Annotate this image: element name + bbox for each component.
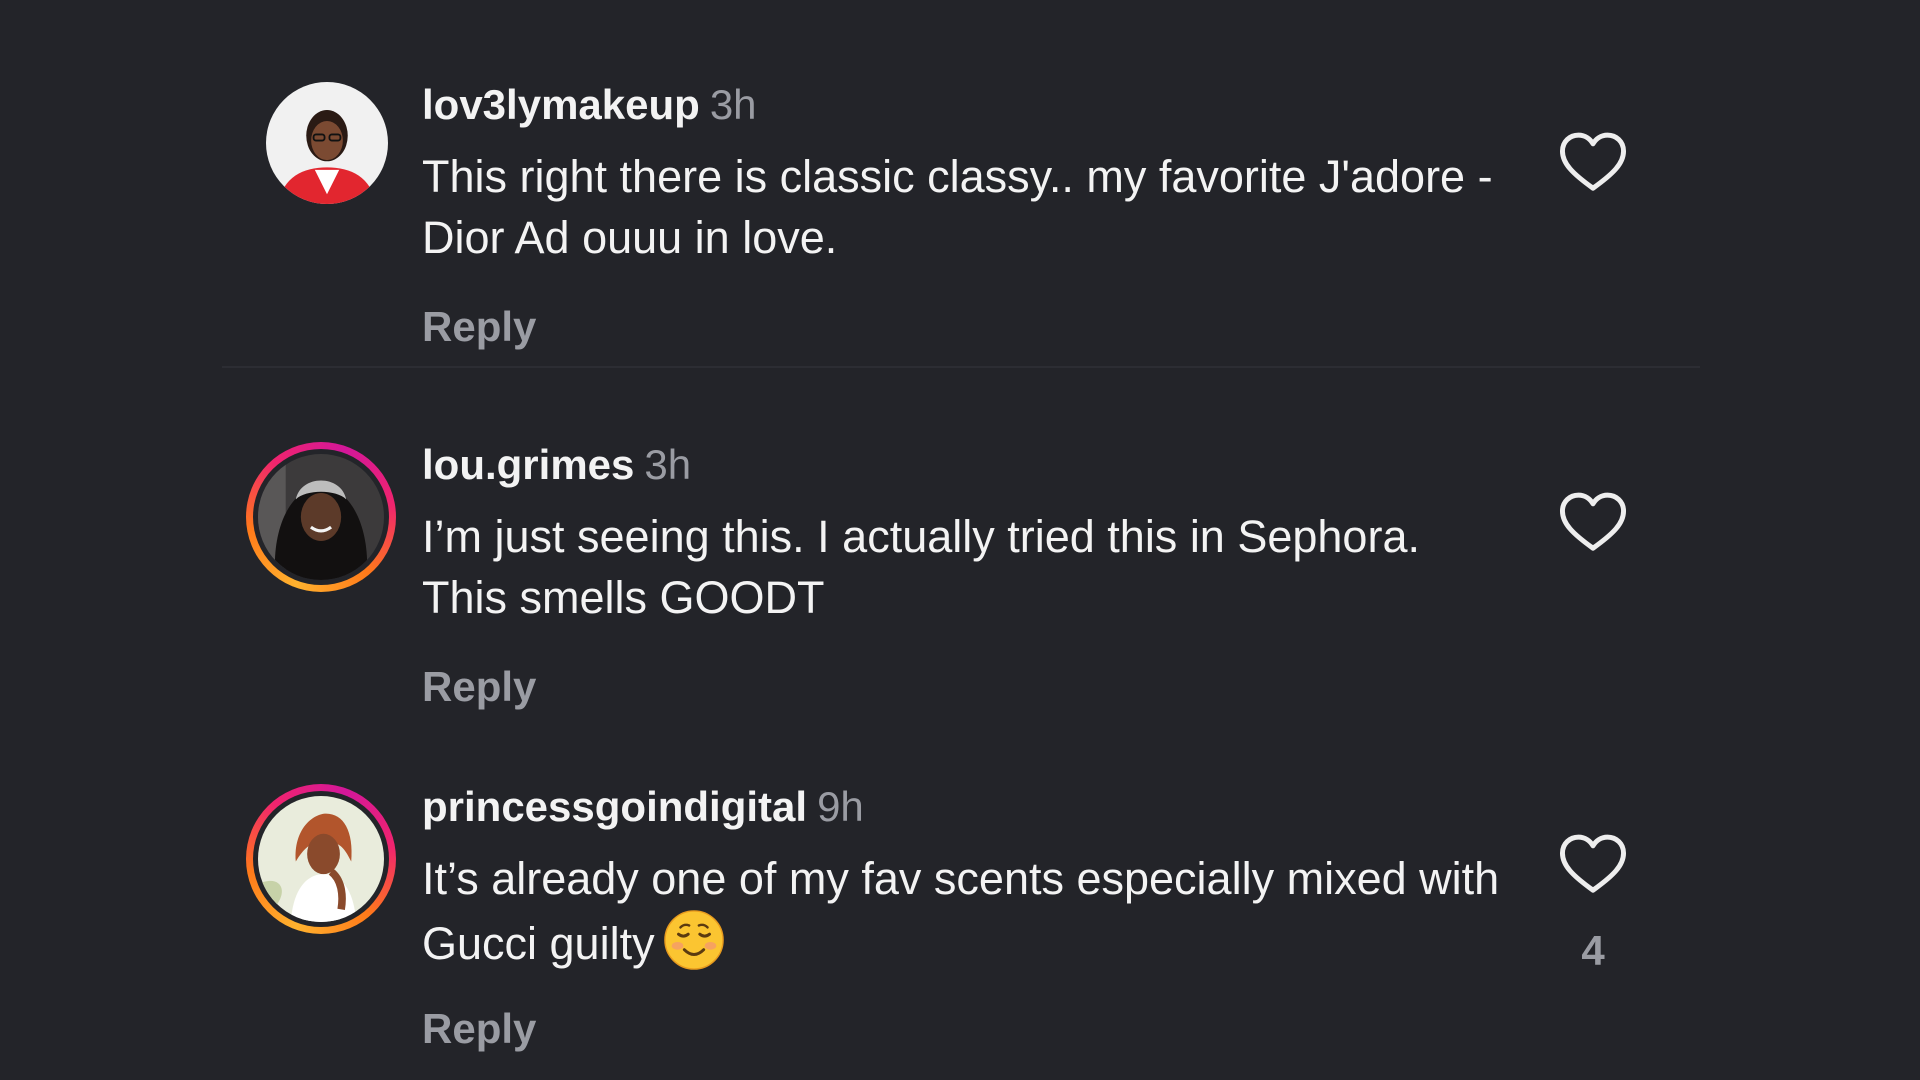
timestamp: 9h [817,783,864,830]
reply-button[interactable]: Reply [422,662,536,712]
comment-header: lov3lymakeup 3h [422,80,757,130]
avatar-container[interactable] [246,442,396,592]
comment-header: princessgoindigital 9h [422,782,864,832]
heart-outline-icon [1559,492,1627,551]
comment-text: This right there is classic classy.. my … [422,151,1493,263]
avatar-container[interactable] [266,82,388,204]
reply-button[interactable]: Reply [422,1004,536,1054]
avatar-container[interactable] [246,784,396,934]
avatar-image [258,796,384,922]
divider [222,366,1700,368]
comment-header: lou.grimes 3h [422,440,691,490]
username[interactable]: lov3lymakeup [422,81,700,128]
timestamp: 3h [709,81,757,128]
avatar[interactable] [266,82,388,204]
comment-text: I’m just seeing this. I actually tried t… [422,511,1420,623]
username[interactable]: princessgoindigital [422,783,807,830]
heart-outline-icon [1559,132,1627,191]
avatar-image [266,82,388,204]
username[interactable]: lou.grimes [422,441,634,488]
comment-text-body: It’s already one of my fav scents especi… [422,853,1500,969]
like-count[interactable]: 4 [1558,926,1628,976]
smiling-face-emoji-icon [663,909,725,971]
like-button[interactable] [1558,130,1628,194]
comment-text: It’s already one of my fav scents especi… [422,848,1502,974]
avatar-image [258,454,384,580]
heart-outline-icon [1559,834,1627,893]
like-button[interactable] [1558,490,1628,554]
like-button[interactable] [1558,832,1628,896]
avatar[interactable] [258,454,384,580]
timestamp: 3h [644,441,692,488]
reply-button[interactable]: Reply [422,302,536,352]
avatar[interactable] [258,796,384,922]
